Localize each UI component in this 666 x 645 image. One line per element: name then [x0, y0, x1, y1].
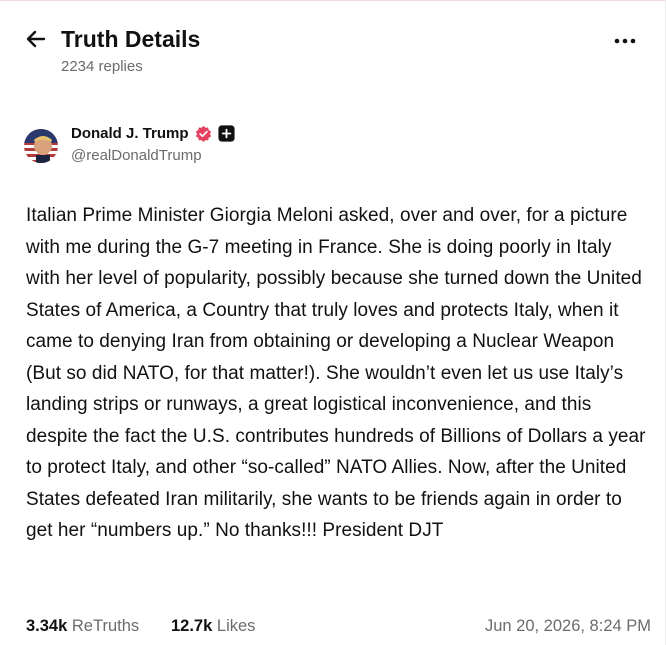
- post-author: Donald J. Trump @realDonaldTrump: [24, 125, 641, 169]
- truth-details-page: Truth Details 2234 replies Donald J. Tru…: [0, 0, 666, 645]
- likes-label: Likes: [216, 617, 256, 635]
- arrow-left-icon[interactable]: [24, 27, 48, 51]
- likes-stat[interactable]: 12.7k Likes: [171, 617, 255, 636]
- retruths-stat[interactable]: 3.34k ReTruths: [26, 617, 139, 636]
- page-title: Truth Details: [61, 26, 201, 52]
- verified-badge-icon: [195, 125, 211, 142]
- post-stats: 3.34k ReTruths 12.7k Likes Jun 20, 2026,…: [26, 617, 651, 639]
- plus-icon[interactable]: [217, 125, 235, 142]
- ellipsis-icon[interactable]: [613, 31, 637, 51]
- author-name-row: Donald J. Trump: [71, 125, 235, 142]
- author-display-name[interactable]: Donald J. Trump: [71, 125, 189, 142]
- retruths-count: 3.34k: [26, 617, 68, 635]
- page-header: Truth Details 2234 replies: [24, 25, 645, 81]
- post-text: Italian Prime Minister Giorgia Meloni as…: [26, 205, 646, 541]
- author-handle[interactable]: @realDonaldTrump: [71, 147, 202, 164]
- avatar[interactable]: [24, 129, 58, 163]
- post-timestamp[interactable]: Jun 20, 2026, 8:24 PM: [485, 617, 651, 636]
- likes-count: 12.7k: [171, 617, 213, 635]
- retruths-label: ReTruths: [71, 617, 140, 635]
- replies-count[interactable]: 2234 replies: [61, 58, 143, 75]
